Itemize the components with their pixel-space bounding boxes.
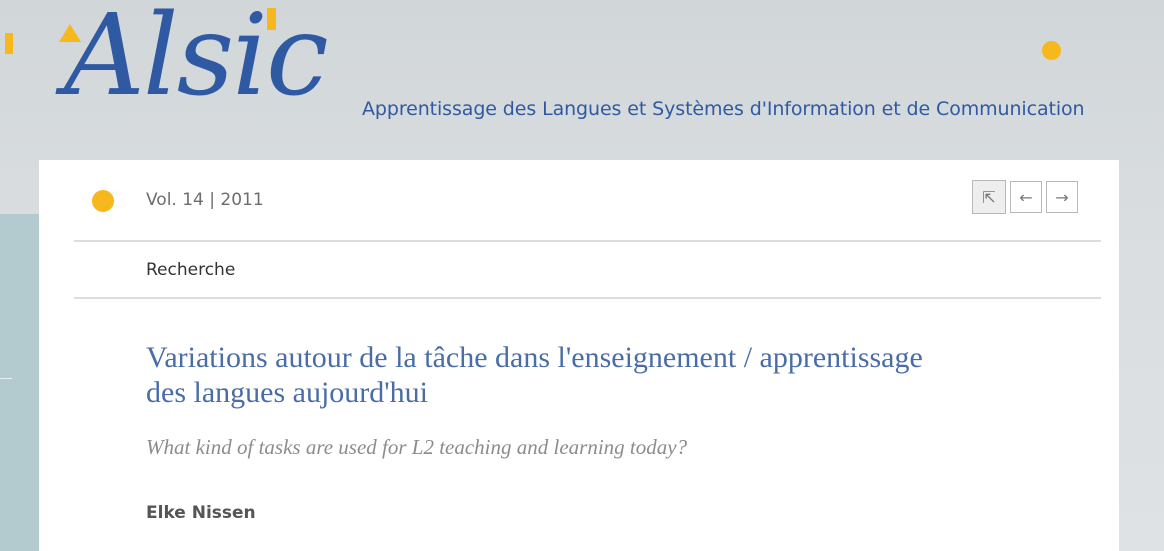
logo-text: Alsic <box>64 0 329 121</box>
rubric-label[interactable]: Recherche <box>146 260 235 280</box>
next-article-button[interactable]: → <box>1046 181 1078 213</box>
content-panel: Vol. 14 | 2011 ⇱ ← → Recherche Variation… <box>39 160 1119 551</box>
deco-dot-right <box>1042 41 1061 60</box>
left-band-tick <box>0 378 12 379</box>
article-author[interactable]: Elke Nissen <box>146 503 256 523</box>
issue-dot-icon <box>92 190 114 212</box>
volume-label[interactable]: Vol. 14 | 2011 <box>146 190 264 210</box>
article-subtitle: What kind of tasks are used for L2 teach… <box>146 435 688 459</box>
site-tagline: Apprentissage des Langues et Systèmes d'… <box>362 98 1085 120</box>
first-article-button[interactable]: ⇱ <box>972 180 1006 214</box>
header-divider <box>74 240 1101 242</box>
article-title: Variations autour de la tâche dans l'ens… <box>146 341 923 409</box>
article-navigation: ⇱ ← → <box>972 180 1078 214</box>
deco-bar-left <box>5 33 13 54</box>
left-decorative-band <box>0 214 40 551</box>
site-logo[interactable]: Alsic <box>30 0 330 158</box>
arrow-up-left-icon: ⇱ <box>982 187 996 207</box>
rubric-divider <box>74 297 1101 299</box>
arrow-left-icon: ← <box>1019 187 1033 207</box>
arrow-right-icon: → <box>1055 187 1069 207</box>
previous-article-button[interactable]: ← <box>1010 181 1042 213</box>
